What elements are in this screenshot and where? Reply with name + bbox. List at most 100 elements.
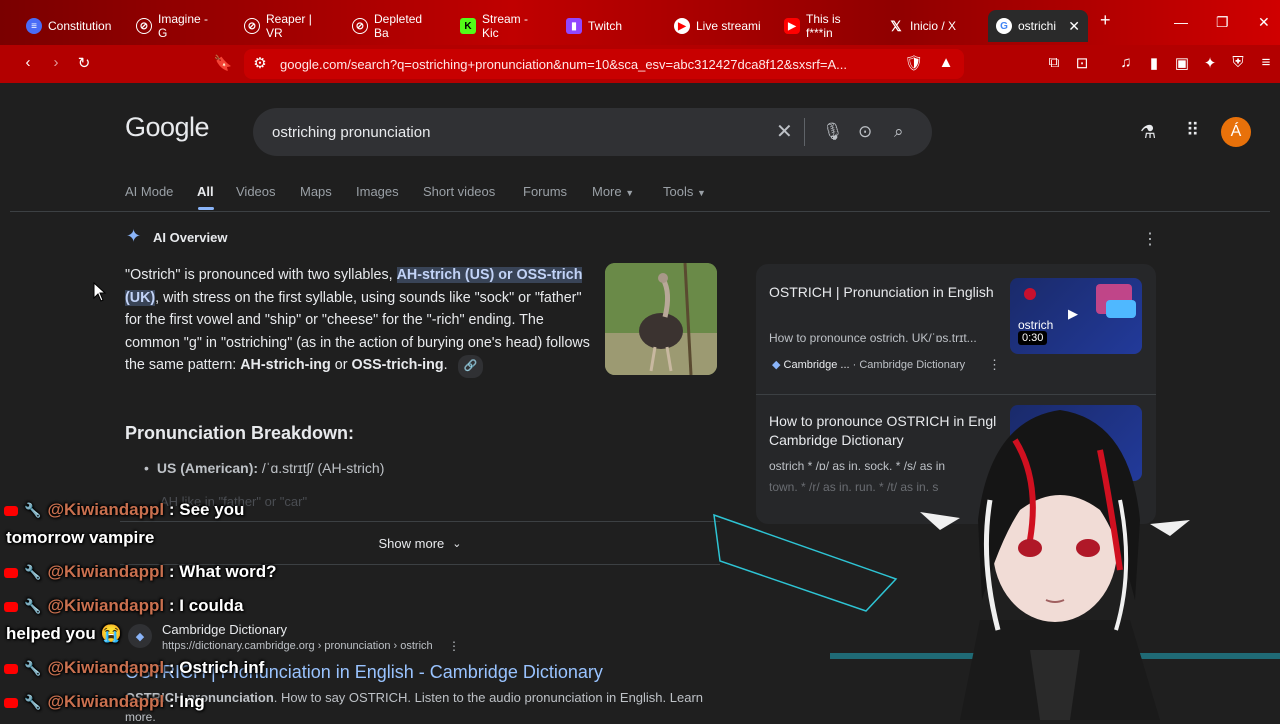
video2-description-line2: town. * /r/ as in. run. * /t/ as in. s — [769, 480, 939, 494]
chat-text: : I coulda — [164, 596, 244, 615]
sidebar-icon[interactable]: ▮ — [1144, 54, 1164, 72]
link-icon[interactable]: 🔗 — [457, 355, 484, 378]
chat-username: @Kiwiandappl — [47, 596, 165, 615]
tab-more[interactable]: More ▼ — [592, 184, 634, 199]
result-url[interactable]: https://dictionary.cambridge.org › pronu… — [162, 640, 433, 652]
microphone-icon[interactable]: 🎙 — [822, 122, 844, 142]
chat-username: @Kiwiandappl — [47, 562, 165, 581]
cambridge-favicon: ◆ — [128, 624, 152, 648]
google-logo[interactable]: Google — [125, 112, 210, 143]
youtube-icon: ▶ — [674, 18, 690, 34]
restore-icon[interactable]: ❐ — [1216, 14, 1229, 31]
tab-constitution[interactable]: ≡ Constitution — [18, 10, 128, 42]
tab-forums[interactable]: Forums — [523, 184, 567, 199]
result-site-name[interactable]: Cambridge Dictionary — [162, 622, 287, 637]
brave-shield-icon[interactable]: 🛡 — [904, 54, 924, 72]
tab-label: Imagine - G — [158, 12, 209, 40]
tab-tools[interactable]: Tools ▼ — [663, 184, 706, 199]
video-options-icon[interactable]: ⋮ — [988, 357, 1001, 373]
play-icon[interactable]: ▶ — [1068, 306, 1078, 322]
chat-message: 🔧 @Kiwiandappl : See you — [4, 500, 244, 520]
leo-ai-icon[interactable]: ✦ — [1200, 54, 1220, 72]
youtube-icon — [4, 663, 18, 674]
clear-search-icon[interactable]: ✕ — [776, 119, 793, 144]
ai-text-part: . — [443, 357, 448, 374]
vtuber-avatar — [920, 410, 1190, 720]
close-window-icon[interactable]: ✕ — [1258, 14, 1270, 31]
tab-ostriching[interactable]: G ostrichi ✕ — [988, 10, 1088, 42]
account-avatar[interactable]: Á — [1221, 117, 1251, 147]
apps-grid-icon[interactable]: ⠿ — [1186, 120, 1199, 141]
extensions-icon[interactable]: ⧉ — [1044, 54, 1064, 71]
search-divider — [804, 118, 805, 146]
youtube-icon — [4, 505, 18, 516]
rewards-icon[interactable]: ▲ — [936, 54, 956, 71]
card-divider — [756, 394, 1156, 395]
result-options-icon[interactable]: ⋮ — [448, 639, 460, 653]
ai-text-part: "Ostrich" is pronounced with two syllabl… — [125, 267, 397, 283]
grok-icon: ⊘ — [244, 18, 260, 34]
tab-kick[interactable]: K Stream - Kic — [452, 10, 552, 42]
video-thumbnail[interactable]: ▶ ostrich 0:30 — [1010, 278, 1142, 354]
forward-icon[interactable]: › — [46, 54, 66, 71]
tab-label: Stream - Kic — [482, 12, 529, 40]
tab-twitch[interactable]: ▮ Twitch — [558, 10, 658, 42]
us-pronunciation: • US (American): /ˈɑ.strɪtʃ/ (AH-strich) — [144, 460, 384, 476]
music-icon[interactable]: ♫ — [1116, 54, 1136, 71]
tab-label: Live streami — [696, 19, 761, 33]
new-tab-button[interactable]: + — [1100, 10, 1111, 31]
tab-maps[interactable]: Maps — [300, 184, 332, 199]
uk-flag-icon — [1024, 288, 1036, 300]
video2-title-line2[interactable]: Cambridge Dictionary — [769, 432, 904, 448]
video-source[interactable]: ◆ Cambridge ... · Cambridge Dictionary — [772, 358, 965, 371]
more-options-icon[interactable]: ⋮ — [1142, 229, 1158, 249]
video-title[interactable]: OSTRICH | Pronunciation in English — [769, 281, 999, 303]
back-icon[interactable]: ‹ — [18, 54, 38, 71]
chat-username: @Kiwiandappl — [47, 658, 165, 677]
youtube-icon: ▶ — [784, 18, 800, 34]
tab-all[interactable]: All — [197, 184, 214, 199]
chat-message: 🔧 @Kiwiandappl : What word? — [4, 562, 277, 582]
cambridge-icon: ◆ — [772, 359, 781, 371]
screenshot-icon[interactable]: ⊡ — [1072, 54, 1092, 72]
tab-live-streaming[interactable]: ▶ Live streami — [666, 10, 776, 42]
show-more-button[interactable]: Show more ⌄ — [120, 521, 720, 565]
search-icon[interactable]: ⌕ — [894, 122, 904, 142]
wallet-icon[interactable]: ▣ — [1172, 54, 1192, 72]
chat-text: : Ostrich inf — [164, 658, 265, 677]
chat-text: : What word? — [164, 562, 277, 581]
address-bar[interactable]: google.com/search?q=ostriching+pronuncia… — [244, 49, 964, 79]
chat-message-continued: tomorrow vampire — [6, 528, 155, 547]
site-settings-icon[interactable]: ⚙ — [250, 54, 270, 72]
tab-ai-mode[interactable]: AI Mode — [125, 184, 173, 199]
tab-depleted[interactable]: ⊘ Depleted Ba — [344, 10, 444, 42]
reload-icon[interactable]: ↻ — [74, 54, 94, 72]
ostrich-image[interactable] — [605, 263, 717, 375]
close-tab-icon[interactable]: ✕ — [1068, 18, 1080, 35]
tab-reaper[interactable]: ⊘ Reaper | VR — [236, 10, 336, 42]
tab-label: Constitution — [48, 19, 112, 33]
wrench-icon: 🔧 — [24, 660, 42, 676]
grok-icon: ⊘ — [136, 18, 152, 34]
menu-icon[interactable]: ≡ — [1256, 54, 1276, 71]
tab-label: ostrichi — [1018, 19, 1057, 33]
caret-down-icon: ▼ — [696, 188, 706, 198]
chat-username: @Kiwiandappl — [47, 692, 165, 711]
chevron-down-icon: ⌄ — [452, 537, 462, 550]
tab-youtube-video[interactable]: ▶ This is f***in — [776, 10, 876, 42]
bookmark-icon[interactable]: 🔖 — [213, 54, 233, 72]
tab-short-videos[interactable]: Short videos — [423, 184, 495, 199]
tab-videos[interactable]: Videos — [236, 184, 276, 199]
tab-x[interactable]: 𝕏 Inicio / X — [880, 10, 980, 42]
tab-label: Twitch — [588, 19, 623, 33]
ai-overview-text: "Ostrich" is pronounced with two syllabl… — [125, 264, 593, 378]
search-input[interactable]: ostriching pronunciation — [272, 124, 430, 141]
minimize-icon[interactable]: — — [1174, 14, 1188, 30]
grok-icon: ⊘ — [352, 18, 368, 34]
tab-images[interactable]: Images — [356, 184, 399, 199]
labs-icon[interactable]: ⚗ — [1140, 122, 1156, 143]
source-channel: · Cambridge Dictionary — [852, 359, 966, 371]
tab-imagine[interactable]: ⊘ Imagine - G — [128, 10, 228, 42]
lens-icon[interactable]: ⊙ — [858, 122, 872, 142]
vpn-icon[interactable]: ⛨ — [1228, 54, 1248, 71]
